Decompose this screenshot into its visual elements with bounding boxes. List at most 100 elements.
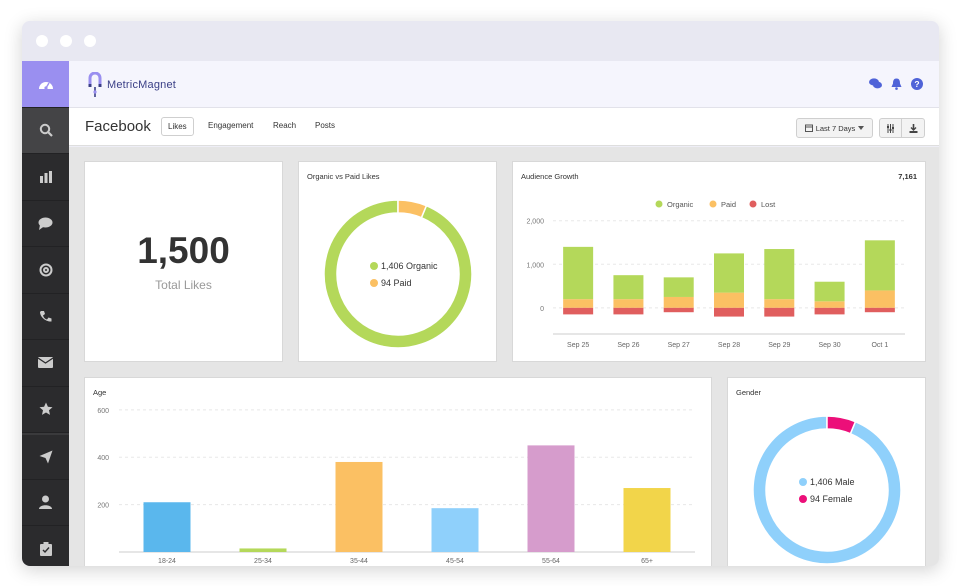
bar-chart-icon (39, 170, 52, 183)
growth-bar-paid (563, 299, 594, 308)
sidebar-item-dashboard[interactable] (22, 61, 69, 108)
age-x-tick: 65+ (641, 558, 653, 565)
caret-down-icon (858, 126, 865, 130)
growth-bar-organic (864, 240, 895, 291)
growth-x-tick: Sep 26 (617, 342, 639, 349)
gender-slice-male (752, 415, 902, 565)
growth-bar-lost (864, 307, 895, 313)
envelope-icon (38, 357, 53, 369)
organic-vs-paid-chart: 1,406 Organic 94 Paid (323, 199, 473, 349)
bell-icon[interactable] (891, 78, 902, 90)
phone-icon (40, 310, 52, 322)
organic-vs-paid-card: Organic vs Paid Likes 1,406 Organic 94 Pa… (298, 161, 497, 362)
age-bar (239, 548, 287, 552)
sidebar-item-search[interactable] (22, 107, 69, 154)
growth-x-tick: Oct 1 (871, 342, 888, 349)
growth-legend-label: Organic (667, 200, 694, 209)
age-x-tick: 25-34 (254, 558, 272, 565)
growth-bar-paid (764, 299, 795, 308)
date-range-dropdown[interactable]: Last 7 Days (796, 118, 873, 138)
sidebar-item-tasks[interactable] (22, 526, 69, 566)
age-x-tick: 55-64 (542, 558, 560, 565)
sidebar-item-email[interactable] (22, 340, 69, 387)
growth-x-tick: Sep 29 (768, 342, 790, 349)
growth-bar-organic (663, 277, 694, 297)
window-dot (60, 35, 72, 47)
growth-bar-lost (613, 307, 644, 315)
gender-legend-label: 1,406 Male (810, 477, 855, 487)
growth-x-tick: Sep 27 (668, 342, 690, 349)
logo[interactable]: MetricMagnet (87, 72, 176, 98)
download-button[interactable] (901, 118, 925, 138)
sidebar-item-mentions[interactable] (22, 247, 69, 294)
age-x-tick: 35-44 (350, 558, 368, 565)
sidebar-item-comments[interactable] (22, 201, 69, 247)
svg-text:?: ? (914, 79, 919, 89)
growth-x-tick: Sep 25 (567, 342, 589, 349)
total-likes-value: 1,500 (137, 230, 230, 271)
growth-y-tick: 2,000 (526, 219, 544, 226)
filter-button[interactable] (879, 118, 902, 138)
age-x-tick: 45-54 (446, 558, 464, 565)
growth-bar-lost (714, 307, 744, 317)
sidebar-item-users[interactable] (22, 480, 69, 526)
growth-bar-organic (714, 253, 744, 293)
tab-likes[interactable]: Likes (161, 117, 194, 136)
download-icon (909, 123, 917, 133)
organic-paid-legend-label: 1,406 Organic (381, 261, 438, 271)
organic-paid-legend-dot (370, 262, 378, 270)
organic-paid-slice-paid (397, 199, 428, 219)
gender-chart: 1,406 Male 94 Female (752, 415, 902, 565)
growth-bar-lost (663, 307, 694, 313)
dashboard-icon (38, 81, 53, 90)
growth-y-tick: 0 (540, 306, 544, 313)
total-likes-label: Total Likes (155, 278, 212, 292)
browser-window: MetricMagnet ? Facebook Likes Engagement… (22, 21, 939, 566)
audience-growth-chart: Organic Paid Lost 2,000 1,000 0 Sep 25 Sep 26 Se… (526, 200, 905, 349)
sidebar-item-reports[interactable] (22, 154, 69, 201)
growth-legend-dot (655, 200, 663, 208)
date-range-label: Last 7 Days (815, 123, 856, 133)
growth-legend-dot (709, 200, 717, 208)
sidebar-item-send[interactable] (22, 433, 69, 480)
window-chrome (22, 21, 939, 61)
growth-bar-lost (764, 307, 795, 317)
growth-bar-paid (814, 301, 845, 308)
age-bar (143, 502, 191, 552)
age-y-tick: 600 (97, 408, 109, 415)
gender-legend-dot (799, 495, 807, 503)
star-icon (39, 402, 52, 416)
growth-bar-organic (563, 246, 594, 300)
gender-slice-female (826, 415, 857, 435)
tab-posts[interactable]: Posts (309, 117, 341, 134)
growth-bar-paid (663, 296, 694, 308)
growth-bar-organic (814, 281, 845, 302)
tab-reach[interactable]: Reach (267, 117, 302, 134)
age-bar (527, 445, 575, 552)
help-icon[interactable]: ? (911, 78, 923, 90)
top-bar: MetricMagnet ? (69, 61, 939, 108)
age-bar (431, 508, 479, 552)
brand-name: MetricMagnet (107, 79, 177, 91)
sidebar-item-favorites[interactable] (22, 387, 69, 433)
gender-legend-label: 94 Female (810, 494, 853, 504)
chat-icon[interactable] (869, 78, 882, 89)
sidebar (22, 61, 69, 566)
gender-legend-dot (799, 478, 807, 486)
comment-icon (38, 217, 53, 230)
gender-card: Gender 1,406 Male 94 Female (727, 377, 926, 566)
age-y-tick: 400 (97, 455, 109, 462)
window-dot (84, 35, 96, 47)
age-x-tick: 18-24 (158, 558, 176, 565)
growth-legend-dot (749, 200, 757, 208)
growth-bar-paid (714, 292, 744, 308)
growth-y-tick: 1,000 (526, 262, 544, 269)
sliders-icon (887, 123, 894, 133)
growth-bar-organic (764, 249, 795, 300)
sidebar-item-calls[interactable] (22, 294, 69, 340)
growth-bar-paid (864, 290, 895, 308)
tab-engagement[interactable]: Engagement (202, 117, 259, 134)
clipboard-icon (39, 541, 52, 556)
search-icon (39, 124, 53, 138)
sub-header: Facebook Likes Engagement Reach Posts La… (69, 108, 939, 146)
